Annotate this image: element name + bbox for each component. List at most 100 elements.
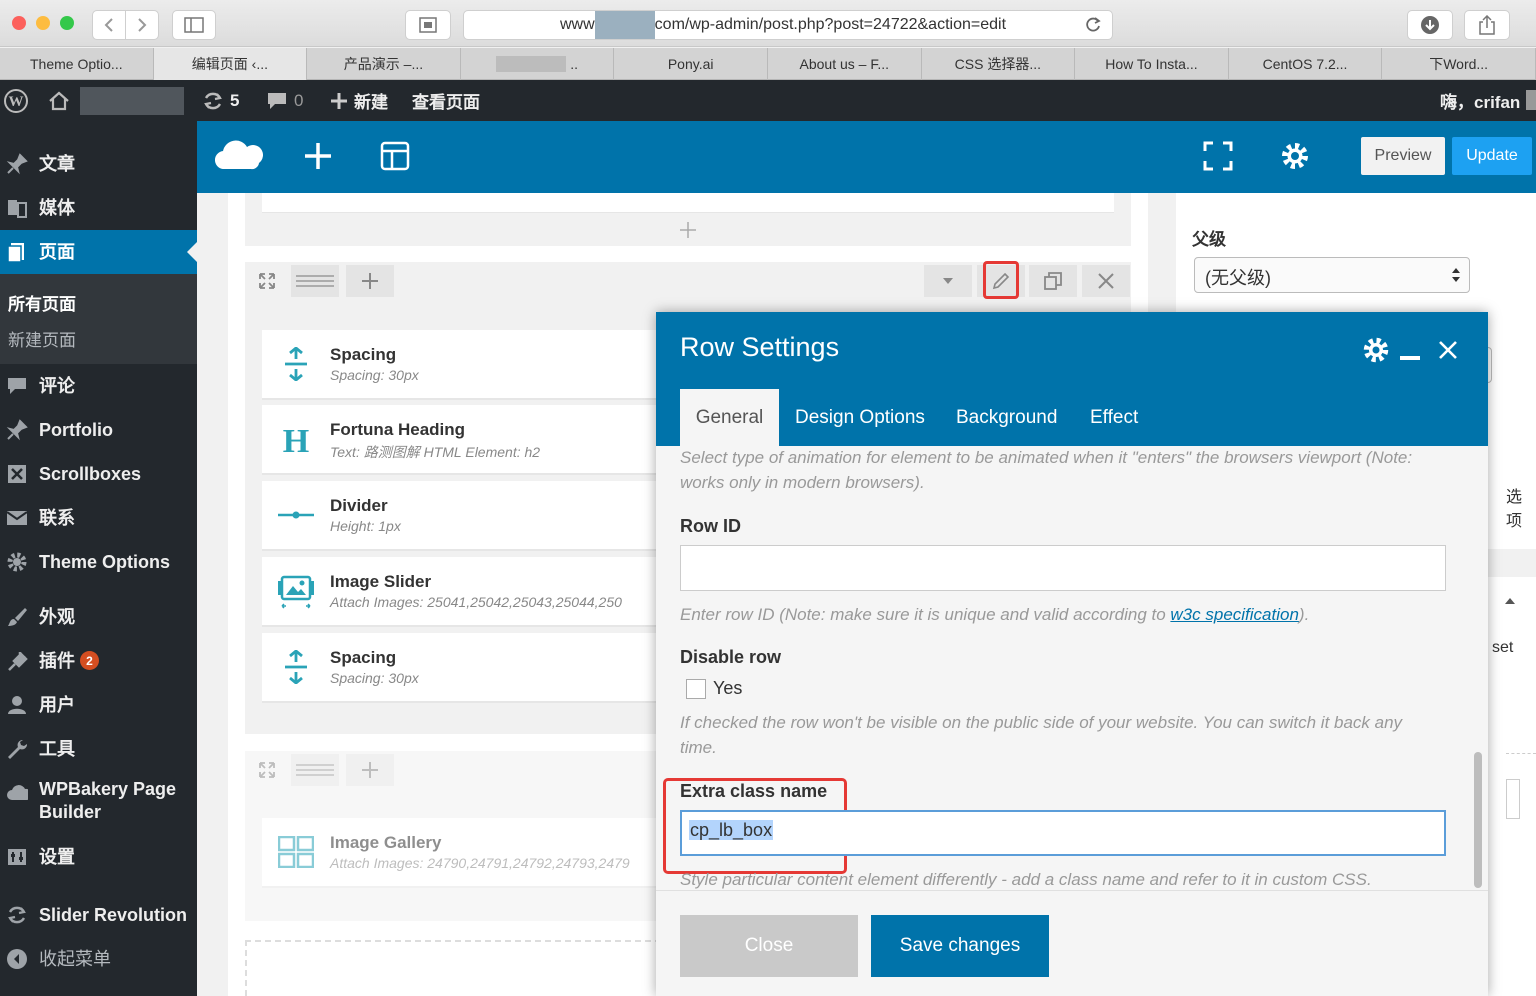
sidebar-item-label: 联系 (39, 507, 75, 528)
w3c-spec-link[interactable]: w3c specification (1170, 605, 1299, 624)
browser-tab[interactable]: .. (461, 48, 615, 80)
sidebar-item-theme-options[interactable]: Theme Options (0, 540, 197, 584)
row-layout-icon[interactable] (291, 754, 339, 786)
submenu-new-page[interactable]: 新建页面 (8, 326, 76, 351)
browser-tab[interactable]: Theme Optio... (0, 48, 154, 80)
element-spacing[interactable]: Spacing Spacing: 30px (262, 633, 662, 703)
modal-close-icon[interactable] (1438, 340, 1458, 360)
sidebar-item-media[interactable]: 媒体 (0, 186, 197, 230)
sidebar-item-wpbakery[interactable]: WPBakery Page Builder (0, 776, 197, 832)
comments-link[interactable]: 0 (266, 80, 303, 121)
zoom-window-button[interactable] (60, 16, 74, 30)
disable-row-checkbox[interactable] (686, 679, 706, 699)
row-id-input[interactable] (680, 545, 1446, 591)
comment-icon (6, 375, 28, 397)
download-icon[interactable] (1407, 10, 1453, 40)
row-move-icon[interactable] (245, 754, 289, 786)
element-subtitle: Attach Images: 25041,25042,25043,25044,2… (330, 594, 622, 610)
reader-icon[interactable] (405, 10, 451, 40)
row-delete-icon[interactable] (1082, 265, 1130, 297)
fullscreen-button[interactable] (1203, 141, 1233, 171)
row-layout-icon[interactable] (291, 265, 339, 297)
browser-tab[interactable]: About us – F... (768, 48, 922, 80)
element-image-slider[interactable]: Image Slider Attach Images: 25041,25042,… (262, 557, 662, 627)
mail-icon (6, 507, 28, 529)
back-icon[interactable] (92, 10, 126, 40)
disable-row-label: Disable row (680, 647, 782, 667)
plus-icon (331, 92, 347, 109)
sidebar-item-settings[interactable]: 设置 (0, 835, 197, 879)
sidebar-item-users[interactable]: 用户 (0, 683, 197, 727)
pages-submenu: 所有页面 新建页面 (0, 274, 197, 364)
row-add-column-icon[interactable] (346, 265, 394, 297)
wpbakery-logo-icon[interactable] (215, 137, 263, 175)
sidebar-item-pages[interactable]: 页面 (0, 230, 197, 274)
parent-select[interactable]: (无父级) (1194, 257, 1470, 293)
modal-header: Row Settings General Design Options Back… (656, 312, 1488, 446)
browser-tab[interactable]: 产品演示 –... (307, 48, 461, 80)
browser-tab-bar: Theme Optio... 编辑页面 ‹... 产品演示 –... .. Po… (0, 48, 1536, 80)
templates-button[interactable] (380, 141, 410, 171)
reload-icon[interactable] (1084, 16, 1102, 34)
sidebar-item-comments[interactable]: 评论 (0, 364, 197, 408)
view-page-link[interactable]: 查看页面 (412, 80, 480, 121)
element-spacing[interactable]: Spacing Spacing: 30px (262, 330, 662, 400)
sidebar-item-slider-revolution[interactable]: Slider Revolution (0, 893, 197, 937)
close-button[interactable]: Close (680, 915, 858, 977)
sidebar-item-label: 用户 (39, 694, 75, 715)
row-edit-button[interactable] (977, 261, 1025, 299)
address-bar[interactable]: www com/wp-admin/post.php?post=24722&acti… (463, 10, 1113, 40)
tab-effect[interactable]: Effect (1090, 389, 1138, 446)
tab-background[interactable]: Background (956, 389, 1057, 446)
add-element-icon[interactable] (679, 221, 697, 239)
submenu-all-pages[interactable]: 所有页面 (8, 290, 76, 315)
sidebar-item-posts[interactable]: 文章 (0, 142, 197, 186)
browser-tab-active[interactable]: 编辑页面 ‹... (153, 48, 308, 80)
element-heading[interactable]: H Fortuna Heading Text: 路测图解 HTML Elemen… (262, 405, 662, 475)
account-greeting[interactable]: 嗨，crifan (1440, 80, 1520, 121)
avatar[interactable] (1526, 90, 1536, 110)
close-window-button[interactable] (12, 16, 26, 30)
collapse-arrow-icon (1505, 598, 1515, 604)
tab-design-options[interactable]: Design Options (795, 389, 925, 446)
panel-box-top (1176, 193, 1536, 209)
sidebar-item-scrollboxes[interactable]: Scrollboxes (0, 452, 197, 496)
updates-link[interactable]: 5 (202, 80, 239, 121)
minimize-window-button[interactable] (36, 16, 50, 30)
page-settings-button[interactable] (1280, 141, 1310, 171)
preview-button[interactable]: Preview (1361, 137, 1445, 175)
row-id-description: Enter row ID (Note: make sure it is uniq… (680, 602, 1440, 627)
sidebar-item-plugins[interactable]: 插件 2 (0, 639, 197, 683)
wordpress-logo-icon[interactable]: W (4, 80, 28, 121)
element-divider[interactable]: Divider Height: 1px (262, 481, 662, 551)
save-changes-button[interactable]: Save changes (871, 915, 1049, 977)
browser-tab[interactable]: How To Insta... (1075, 48, 1229, 80)
extra-class-input[interactable]: cp_lb_box (680, 810, 1446, 856)
modal-minimize-icon[interactable] (1400, 356, 1420, 360)
row-clone-icon[interactable] (1029, 265, 1077, 297)
browser-tab[interactable]: 下Word... (1382, 48, 1536, 80)
add-element-button[interactable] (303, 141, 333, 171)
sidebar-toggle-icon[interactable] (172, 10, 216, 40)
forward-icon[interactable] (125, 10, 159, 40)
home-icon[interactable] (48, 80, 70, 121)
sidebar-item-label: WPBakery Page (39, 779, 177, 799)
sidebar-item-appearance[interactable]: 外观 (0, 595, 197, 639)
sidebar-item-contact[interactable]: 联系 (0, 496, 197, 540)
share-icon[interactable] (1464, 10, 1510, 40)
modal-scrollbar[interactable] (1474, 752, 1482, 888)
modal-settings-icon[interactable] (1362, 336, 1390, 364)
row-add-column-icon[interactable] (346, 754, 394, 786)
browser-tab[interactable]: Pony.ai (614, 48, 768, 80)
browser-tab[interactable]: CSS 选择器... (922, 48, 1076, 80)
element-image-gallery[interactable]: Image Gallery Attach Images: 24790,24791… (262, 818, 662, 888)
update-button[interactable]: Update (1452, 137, 1532, 175)
row-move-icon[interactable] (245, 265, 289, 297)
browser-tab[interactable]: CentOS 7.2... (1229, 48, 1383, 80)
sidebar-item-portfolio[interactable]: Portfolio (0, 408, 197, 452)
new-content-link[interactable]: 新建 (330, 80, 388, 121)
tab-general[interactable]: General (680, 389, 779, 446)
sidebar-item-tools[interactable]: 工具 (0, 727, 197, 771)
sidebar-collapse-menu[interactable]: 收起菜单 (0, 937, 197, 981)
row-toggle-icon[interactable] (924, 265, 972, 297)
